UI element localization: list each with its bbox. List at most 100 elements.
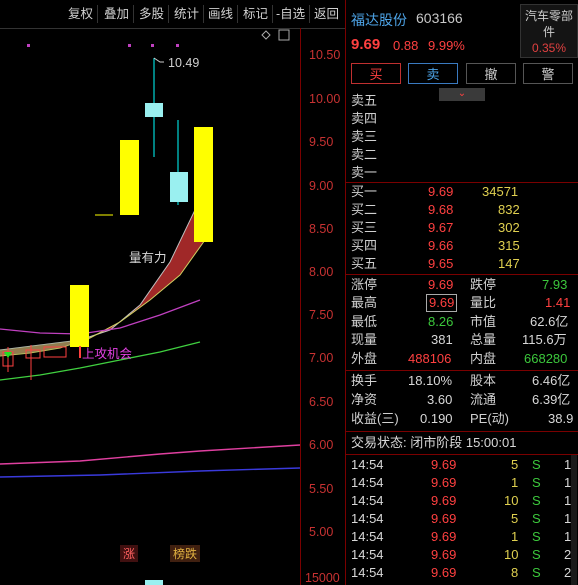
- candle-up: [120, 140, 139, 215]
- tick-price: 9.69: [431, 457, 457, 472]
- expand-icon[interactable]: ⌄: [439, 88, 485, 101]
- sell-button[interactable]: 卖: [408, 63, 458, 84]
- tick-time: 14:54: [351, 547, 384, 562]
- ask-level-1: 卖一: [351, 165, 378, 180]
- bid-label: 买三: [351, 220, 378, 235]
- stock-code: 603166: [416, 10, 463, 26]
- stat-value: 488106: [408, 351, 452, 366]
- volume-tick: 15000: [305, 571, 340, 585]
- stat-value: 38.9: [548, 411, 574, 426]
- toolbar-back-button[interactable]: 返回: [314, 5, 343, 23]
- tick-side: S: [532, 493, 541, 508]
- toolbar-mark-button[interactable]: 标记: [243, 5, 274, 23]
- tick-volume: 10: [504, 493, 519, 508]
- stat-value: 0.190: [420, 411, 453, 426]
- bid-volume: 34571: [482, 184, 519, 199]
- bid-volume: 302: [498, 220, 520, 235]
- bid-volume: 832: [498, 202, 520, 217]
- buy-button[interactable]: 买: [351, 63, 401, 84]
- stat-value: 115.6万: [522, 332, 567, 347]
- price-tick: 7.00: [309, 351, 334, 365]
- stat-label: 净资: [351, 392, 378, 407]
- tick-time: 14:54: [351, 511, 384, 526]
- kline-chart[interactable]: [0, 28, 345, 585]
- stat-label: 股本: [470, 373, 497, 388]
- candle-up: [194, 127, 213, 242]
- price-tick: 6.50: [309, 395, 334, 409]
- stat-value: 9.69: [426, 294, 458, 312]
- ma-line-blue: [0, 467, 301, 478]
- badge-list[interactable]: 榜跌: [170, 545, 201, 562]
- stat-value: 1.41: [545, 295, 571, 310]
- alert-button[interactable]: 警: [523, 63, 573, 84]
- bid-label: 买一: [351, 184, 378, 199]
- tick-list[interactable]: 14:54 9.69 5 S 1 14:54 9.69 1 S 1 14:54 …: [346, 455, 578, 585]
- book-divider: [346, 274, 578, 275]
- price-tick: 7.50: [309, 308, 334, 322]
- sector-change: 0.35%: [531, 41, 567, 55]
- ask-level-5: 卖五: [351, 93, 378, 108]
- cancel-button[interactable]: 撤: [466, 63, 516, 84]
- price-tick: 6.00: [309, 438, 334, 452]
- toolbar-draw-button[interactable]: 画线: [208, 5, 239, 23]
- signal-dot: [128, 44, 131, 47]
- bid-volume: 147: [498, 256, 520, 271]
- tick-volume: 5: [511, 511, 519, 526]
- ribbon-band: [0, 175, 205, 356]
- price-tick: 9.00: [309, 179, 334, 193]
- toolbar-stats-button[interactable]: 统计: [174, 5, 205, 23]
- stat-label: 涨停: [351, 277, 378, 292]
- toolbar-overlay-button[interactable]: 叠加: [104, 5, 135, 23]
- price-change: 0.88: [393, 38, 419, 53]
- toolbar-watchlist-button[interactable]: -自选: [276, 5, 311, 23]
- tick-side: S: [532, 475, 541, 490]
- candle: [145, 103, 163, 117]
- badge-rise[interactable]: 涨: [120, 545, 139, 562]
- tick-volume: 10: [504, 547, 519, 562]
- tick-time: 14:54: [351, 475, 384, 490]
- book-divider: [346, 182, 578, 183]
- price-tick: 5.50: [309, 482, 334, 496]
- bid-label: 买四: [351, 238, 378, 253]
- tick-price: 9.69: [431, 529, 457, 544]
- sector-box[interactable]: 汽车零部 件 0.35%: [520, 4, 578, 58]
- stock-name[interactable]: 福达股份: [351, 10, 407, 30]
- tick-side: S: [532, 511, 541, 526]
- ma-line-purple: [0, 299, 201, 335]
- chart-toolbar: 复权 叠加 多股 统计 画线 标记 -自选 返回: [0, 0, 345, 29]
- toolbar-fuquan-button[interactable]: 复权: [68, 5, 99, 23]
- stats-divider: [346, 370, 578, 371]
- annotation-attack: 上攻机会: [82, 347, 133, 361]
- signal-dot: [151, 44, 154, 47]
- candle: [170, 172, 188, 202]
- stat-label: 最高: [351, 295, 378, 310]
- tick-price: 9.69: [431, 493, 457, 508]
- stat-value: 3.60: [427, 392, 453, 407]
- bid-volume: 315: [498, 238, 520, 253]
- price-tick: 10.00: [309, 92, 341, 106]
- tick-scrollbar[interactable]: [571, 455, 577, 585]
- tick-side: S: [532, 565, 541, 580]
- stat-label: PE(动): [470, 411, 510, 426]
- stat-value: 18.10%: [408, 373, 453, 388]
- stat-label: 量比: [470, 295, 497, 310]
- bid-price: 9.66: [428, 238, 454, 253]
- stat-value: 8.26: [428, 314, 454, 329]
- ask-level-3: 卖三: [351, 129, 378, 144]
- tick-side: S: [532, 547, 541, 562]
- tick-side: S: [532, 457, 541, 472]
- high-price-label: 10.49: [168, 56, 200, 70]
- toolbar-multistock-button[interactable]: 多股: [139, 5, 170, 23]
- high-pointer: [153, 57, 164, 63]
- trade-status: 交易状态: 闭市阶段 15:00:01: [351, 435, 517, 450]
- bid-price: 9.69: [428, 184, 454, 199]
- stat-label: 总量: [470, 332, 497, 347]
- bid-price: 9.67: [428, 220, 454, 235]
- bid-label: 买五: [351, 256, 378, 271]
- annotation-strong: 量有力: [129, 251, 167, 265]
- tick-time: 14:54: [351, 529, 384, 544]
- stat-value: 381: [431, 332, 453, 347]
- tick-time: 14:54: [351, 565, 384, 580]
- stat-label: 收益(三): [351, 411, 399, 426]
- signal-dot: [27, 44, 30, 47]
